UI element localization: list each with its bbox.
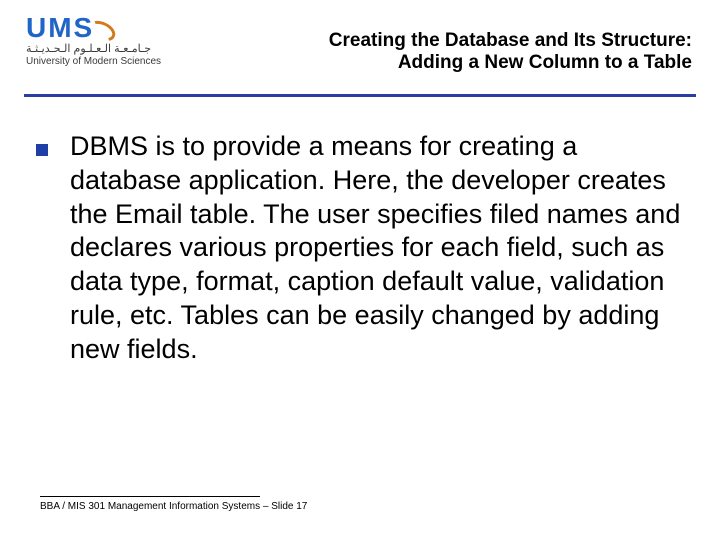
logo-abbr: UMS bbox=[26, 12, 216, 44]
slide-body: DBMS is to provide a means for creating … bbox=[36, 130, 690, 366]
bullet-text: DBMS is to provide a means for creating … bbox=[70, 130, 690, 366]
slide-header: UMS جـامـعـة الـعـلـوم الـحـديـثـة Unive… bbox=[0, 0, 720, 92]
title-line-1: Creating the Database and Its Structure: bbox=[329, 30, 692, 52]
logo-english-text: University of Modern Sciences bbox=[26, 56, 216, 67]
slide-footer: BBA / MIS 301 Management Information Sys… bbox=[40, 496, 680, 512]
swoosh-icon bbox=[88, 16, 112, 40]
footer-text: BBA / MIS 301 Management Information Sys… bbox=[40, 501, 680, 512]
bullet-item: DBMS is to provide a means for creating … bbox=[36, 130, 690, 366]
logo-arabic-text: جـامـعـة الـعـلـوم الـحـديـثـة bbox=[26, 42, 216, 55]
logo: UMS جـامـعـة الـعـلـوم الـحـديـثـة Unive… bbox=[26, 12, 216, 82]
slide: UMS جـامـعـة الـعـلـوم الـحـديـثـة Unive… bbox=[0, 0, 720, 540]
logo-abbr-text: UMS bbox=[26, 12, 94, 44]
title-line-2: Adding a New Column to a Table bbox=[329, 52, 692, 74]
header-divider bbox=[24, 94, 696, 97]
footer-divider bbox=[40, 496, 260, 497]
slide-title: Creating the Database and Its Structure:… bbox=[329, 30, 692, 74]
square-bullet-icon bbox=[36, 144, 48, 156]
